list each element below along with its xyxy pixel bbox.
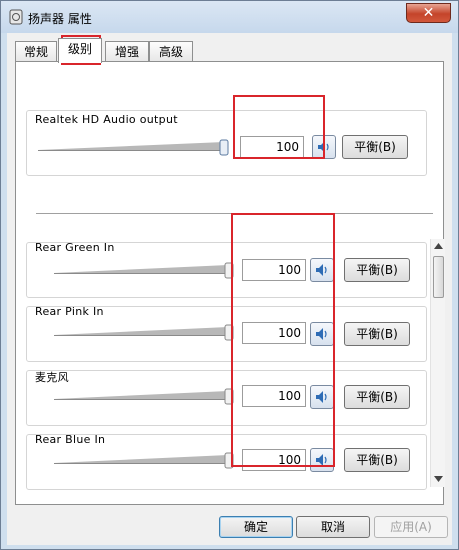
device-label: 麦克风 bbox=[35, 371, 69, 384]
device-label: Rear Green In bbox=[35, 241, 115, 254]
volume-slider[interactable] bbox=[54, 388, 240, 406]
speaker-app-icon bbox=[9, 9, 23, 25]
volume-value-field[interactable]: 100 bbox=[240, 136, 304, 158]
volume-slider[interactable] bbox=[36, 138, 238, 158]
speaker-icon bbox=[318, 141, 329, 153]
tab-advanced[interactable]: 高级 bbox=[149, 41, 193, 62]
scrollbar[interactable] bbox=[430, 239, 445, 487]
speaker-icon bbox=[316, 328, 327, 340]
tab-general[interactable]: 常规 bbox=[15, 41, 57, 62]
balance-button[interactable]: 平衡(B) bbox=[344, 322, 410, 346]
speaker-icon bbox=[316, 264, 327, 276]
properties-dialog: 扬声器 属性 ✕ 常规 级别 增强 高级 Realtek HD Audio ou… bbox=[0, 0, 459, 550]
slider-thumb bbox=[224, 388, 234, 405]
speaker-icon bbox=[316, 391, 327, 403]
arrow-down-icon[interactable] bbox=[434, 476, 443, 482]
slider-thumb bbox=[224, 452, 234, 469]
close-icon: ✕ bbox=[422, 5, 435, 21]
mute-button[interactable] bbox=[310, 322, 334, 346]
dialog-client-area: 常规 级别 增强 高级 Realtek HD Audio output Rear… bbox=[7, 33, 452, 545]
slider-thumb bbox=[224, 262, 234, 279]
volume-value-field[interactable]: 100 bbox=[242, 259, 306, 281]
volume-slider[interactable] bbox=[54, 452, 240, 470]
device-label: Rear Pink In bbox=[35, 305, 104, 318]
volume-value-field[interactable]: 100 bbox=[242, 322, 306, 344]
arrow-up-icon[interactable] bbox=[434, 243, 443, 249]
title-bar[interactable]: 扬声器 属性 ✕ bbox=[1, 1, 458, 33]
balance-button[interactable]: 平衡(B) bbox=[344, 448, 410, 472]
master-output-label: Realtek HD Audio output bbox=[35, 113, 178, 126]
cancel-button[interactable]: 取消 bbox=[296, 516, 370, 538]
speaker-icon bbox=[316, 454, 327, 466]
mute-button[interactable] bbox=[310, 448, 334, 472]
volume-value-field[interactable]: 100 bbox=[242, 385, 306, 407]
mute-button[interactable] bbox=[310, 258, 334, 282]
device-label: Rear Blue In bbox=[35, 433, 106, 446]
balance-button[interactable]: 平衡(B) bbox=[344, 258, 410, 282]
ok-button[interactable]: 确定 bbox=[219, 516, 293, 538]
volume-slider[interactable] bbox=[54, 324, 240, 342]
balance-button[interactable]: 平衡(B) bbox=[342, 135, 408, 159]
volume-value-field[interactable]: 100 bbox=[242, 449, 306, 471]
balance-button[interactable]: 平衡(B) bbox=[344, 385, 410, 409]
slider-thumb bbox=[219, 139, 229, 156]
window-title: 扬声器 属性 bbox=[28, 12, 92, 26]
tab-enhancements[interactable]: 增强 bbox=[105, 41, 149, 62]
mute-button[interactable] bbox=[312, 135, 336, 159]
scrollbar-thumb[interactable] bbox=[433, 256, 444, 298]
apply-button[interactable]: 应用(A) bbox=[374, 516, 448, 538]
slider-thumb bbox=[224, 324, 234, 341]
levels-panel: Realtek HD Audio output Rear Green In Re… bbox=[15, 61, 445, 505]
volume-slider[interactable] bbox=[54, 262, 240, 280]
mute-button[interactable] bbox=[310, 385, 334, 409]
tab-levels[interactable]: 级别 bbox=[58, 38, 102, 63]
close-button[interactable]: ✕ bbox=[406, 3, 451, 23]
separator bbox=[36, 213, 433, 214]
